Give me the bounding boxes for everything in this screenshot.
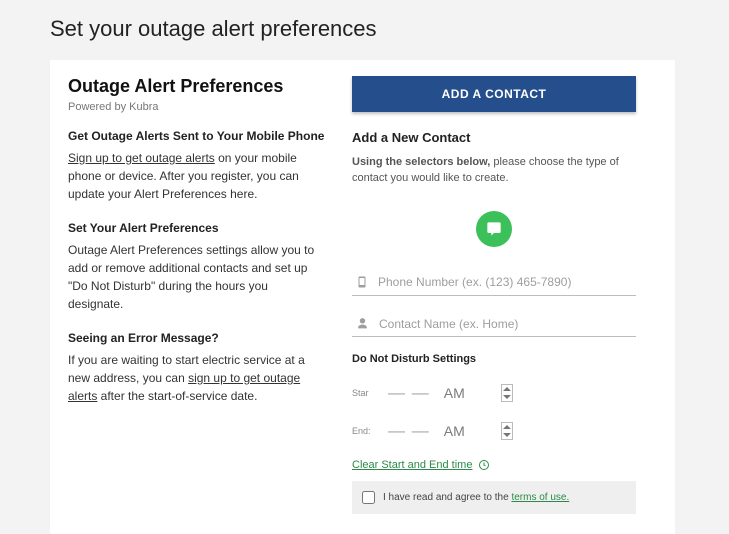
signup-link-1[interactable]: Sign up to get outage alerts: [68, 151, 215, 165]
start-time-stepper[interactable]: [501, 384, 513, 402]
section-title-prefs: Set Your Alert Preferences: [68, 221, 326, 235]
agree-bar: I have read and agree to the terms of us…: [352, 481, 636, 514]
instructions-bold: Using the selectors below,: [352, 156, 490, 168]
clear-times-link[interactable]: Clear Start and End time: [352, 459, 472, 471]
end-time-stepper[interactable]: [501, 422, 513, 440]
section-title-mobile: Get Outage Alerts Sent to Your Mobile Ph…: [68, 129, 326, 143]
panel-title: Add a New Contact: [352, 130, 636, 145]
start-ampm: AM: [444, 385, 465, 401]
sms-contact-type[interactable]: [476, 211, 512, 247]
up-down-icon: [503, 387, 511, 399]
instructions: Using the selectors below, please choose…: [352, 155, 636, 187]
section-title-error: Seeing an Error Message?: [68, 331, 326, 345]
agree-text-pre: I have read and agree to the: [383, 492, 511, 503]
start-time-row: Star — — AM: [352, 383, 636, 403]
right-column: ADD A CONTACT Add a New Contact Using th…: [352, 76, 636, 514]
section-text-error: If you are waiting to start electric ser…: [68, 351, 326, 405]
dnd-heading: Do Not Disturb Settings: [352, 353, 636, 365]
start-time-value[interactable]: — —: [388, 383, 430, 403]
contact-type-selector[interactable]: [352, 187, 636, 269]
page-title: Set your outage alert preferences: [50, 8, 729, 60]
end-time-row: End: — — AM: [352, 421, 636, 441]
phone-field[interactable]: [352, 269, 636, 296]
name-field[interactable]: [352, 312, 636, 337]
terms-link[interactable]: terms of use.: [511, 492, 569, 503]
add-contact-button[interactable]: ADD A CONTACT: [352, 76, 636, 112]
section-text-mobile: Sign up to get outage alerts on your mob…: [68, 149, 326, 203]
speech-bubble-icon: [486, 221, 502, 237]
end-ampm: AM: [444, 423, 465, 439]
clock-icon: [478, 459, 490, 471]
end-time-value[interactable]: — —: [388, 421, 430, 441]
powered-by: Powered by Kubra: [68, 101, 326, 113]
phone-input[interactable]: [378, 275, 632, 289]
person-icon: [356, 317, 369, 330]
up-down-icon: [503, 425, 511, 437]
section-error-post: after the start-of-service date.: [97, 389, 257, 403]
left-column: Outage Alert Preferences Powered by Kubr…: [68, 76, 326, 514]
phone-icon: [356, 274, 368, 290]
heading: Outage Alert Preferences: [68, 76, 326, 97]
contact-name-input[interactable]: [379, 317, 632, 331]
preferences-card: Outage Alert Preferences Powered by Kubr…: [50, 60, 675, 534]
agree-checkbox[interactable]: [362, 491, 375, 504]
start-label: Star: [352, 388, 378, 398]
agree-text: I have read and agree to the terms of us…: [383, 492, 569, 503]
end-label: End:: [352, 426, 378, 436]
section-text-prefs: Outage Alert Preferences settings allow …: [68, 241, 326, 313]
clear-row: Clear Start and End time: [352, 459, 636, 471]
